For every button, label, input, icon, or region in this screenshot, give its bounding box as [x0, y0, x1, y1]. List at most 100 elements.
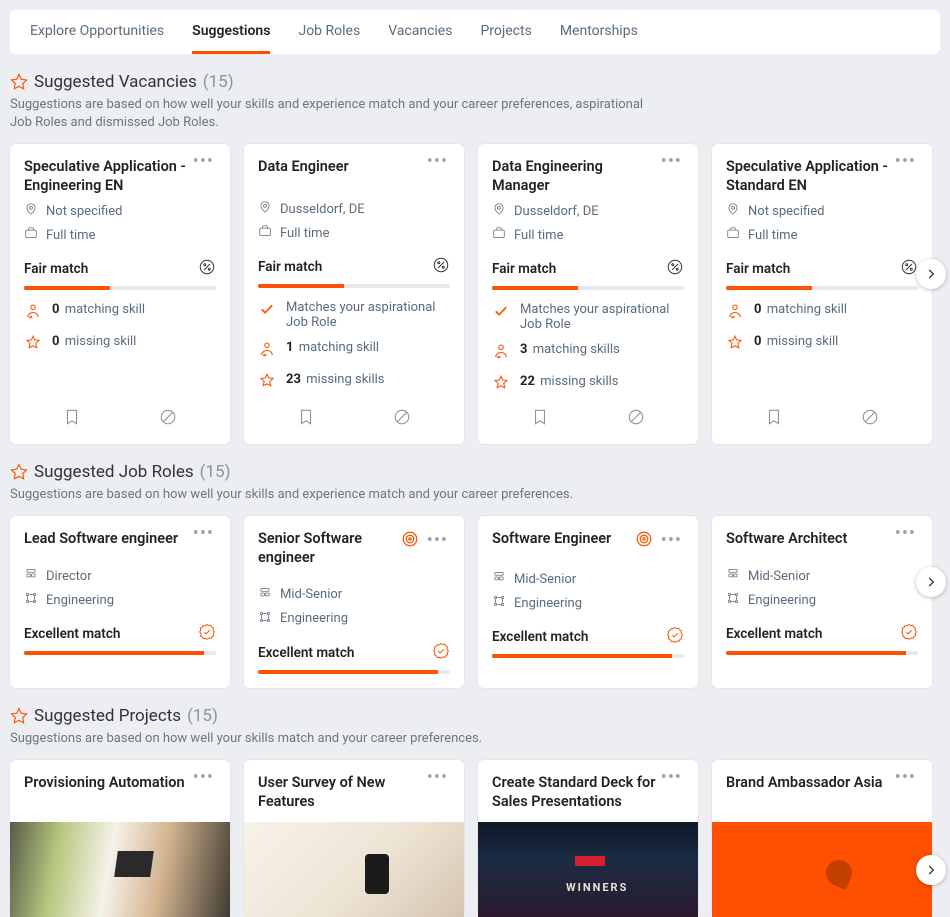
role-title: Software Architect: [726, 530, 847, 549]
vacancy-location: Dusseldorf, DE: [258, 200, 450, 218]
more-button[interactable]: •••: [893, 158, 918, 166]
check-badge-icon: [432, 642, 450, 664]
roles-title: Suggested Job Roles: [34, 462, 194, 482]
tab-suggestions[interactable]: Suggestions: [192, 10, 270, 54]
vacancies-next-button[interactable]: [916, 259, 946, 289]
projects-next-button[interactable]: [916, 855, 946, 885]
dismiss-button[interactable]: [861, 408, 879, 430]
chevron-right-icon: [924, 267, 938, 281]
roles-carousel: Lead Software engineer ••• Director Engi…: [10, 516, 940, 688]
roles-section-header: Suggested Job Roles (15) Suggestions are…: [10, 462, 940, 504]
tab-mentorships[interactable]: Mentorships: [560, 10, 638, 54]
check-badge-icon: [900, 623, 918, 645]
role-card[interactable]: Senior Software engineer ••• Mid-Senior …: [244, 516, 464, 688]
match-progress: [726, 286, 918, 290]
level-icon: [258, 586, 272, 604]
project-image: [244, 822, 464, 917]
missing-skills-line: 22 missing skills: [492, 374, 684, 396]
match-progress: [24, 286, 216, 290]
project-card[interactable]: Brand Ambassador Asia •••: [712, 760, 932, 917]
project-card[interactable]: User Survey of New Features •••: [244, 760, 464, 917]
check-badge-icon: [666, 626, 684, 648]
vacancy-title: Data Engineering Manager: [492, 158, 659, 196]
role-card[interactable]: Software Engineer ••• Mid-Senior Enginee…: [478, 516, 698, 688]
vacancies-count: (15): [203, 72, 234, 92]
more-button[interactable]: •••: [659, 537, 684, 545]
bookmark-button[interactable]: [531, 408, 549, 430]
people-icon: [492, 342, 510, 364]
tab-job-roles[interactable]: Job Roles: [298, 10, 360, 54]
role-title: Software Engineer: [492, 530, 611, 549]
star-icon: [258, 372, 276, 394]
people-icon: [258, 340, 276, 362]
location-icon: [492, 202, 506, 220]
more-button[interactable]: •••: [425, 158, 450, 166]
vacancies-title: Suggested Vacancies: [34, 72, 197, 92]
matching-skills-line: 0 matching skill: [726, 302, 918, 324]
more-button[interactable]: •••: [425, 537, 450, 545]
dismiss-button[interactable]: [159, 408, 177, 430]
match-progress: [258, 284, 450, 288]
role-card[interactable]: Software Architect ••• Mid-Senior Engine…: [712, 516, 932, 688]
match-row: Excellent match: [24, 623, 216, 645]
projects-title: Suggested Projects: [34, 706, 181, 726]
roles-subtitle: Suggestions are based on how well your s…: [10, 486, 660, 504]
projects-carousel: Provisioning Automation ••• User Survey …: [10, 760, 940, 917]
project-card[interactable]: Provisioning Automation •••: [10, 760, 230, 917]
bookmark-button[interactable]: [63, 408, 81, 430]
vacancies-carousel: Speculative Application - Engineering EN…: [10, 144, 940, 444]
department-icon: [24, 591, 38, 609]
more-button[interactable]: •••: [425, 774, 450, 782]
percent-icon: [666, 258, 684, 280]
project-image: [712, 822, 932, 917]
dismiss-button[interactable]: [393, 408, 411, 430]
role-title: Senior Software engineer: [258, 530, 401, 568]
target-icon: [635, 530, 653, 552]
people-icon: [726, 302, 744, 324]
vacancy-card[interactable]: Data Engineer ••• Dusseldorf, DE Full ti…: [244, 144, 464, 444]
tab-projects[interactable]: Projects: [480, 10, 531, 54]
project-title: Create Standard Deck for Sales Presentat…: [492, 774, 659, 812]
role-card[interactable]: Lead Software engineer ••• Director Engi…: [10, 516, 230, 688]
role-dept: Engineering: [726, 591, 918, 609]
star-icon: [726, 334, 744, 356]
vacancy-location: Dusseldorf, DE: [492, 202, 684, 220]
more-button[interactable]: •••: [191, 774, 216, 782]
more-button[interactable]: •••: [659, 158, 684, 166]
star-icon: [10, 463, 28, 481]
match-row: Excellent match: [492, 626, 684, 648]
role-level: Mid-Senior: [492, 570, 684, 588]
project-card[interactable]: Create Standard Deck for Sales Presentat…: [478, 760, 698, 917]
more-button[interactable]: •••: [893, 774, 918, 782]
more-button[interactable]: •••: [191, 530, 216, 538]
project-image: [10, 822, 230, 917]
roles-next-button[interactable]: [916, 567, 946, 597]
match-progress: [492, 654, 684, 658]
more-button[interactable]: •••: [659, 774, 684, 782]
match-progress: [726, 651, 918, 655]
briefcase-icon: [492, 226, 506, 244]
star-icon: [24, 334, 42, 356]
role-level: Mid-Senior: [726, 567, 918, 585]
vacancy-title: Speculative Application - Engineering EN: [24, 158, 191, 196]
tab-vacancies[interactable]: Vacancies: [388, 10, 452, 54]
vacancy-type: Full time: [726, 226, 918, 244]
bookmark-button[interactable]: [765, 408, 783, 430]
role-title: Lead Software engineer: [24, 530, 178, 549]
level-icon: [492, 570, 506, 588]
more-button[interactable]: •••: [191, 158, 216, 166]
role-level: Director: [24, 567, 216, 585]
match-row: Fair match: [24, 258, 216, 280]
star-icon: [10, 707, 28, 725]
tab-explore[interactable]: Explore Opportunities: [30, 10, 164, 54]
vacancy-type: Full time: [258, 224, 450, 242]
dismiss-button[interactable]: [627, 408, 645, 430]
projects-subtitle: Suggestions are based on how well your s…: [10, 730, 660, 748]
level-icon: [726, 567, 740, 585]
vacancy-card[interactable]: Data Engineering Manager ••• Dusseldorf,…: [478, 144, 698, 444]
vacancy-card[interactable]: Speculative Application - Standard EN ••…: [712, 144, 932, 444]
bookmark-button[interactable]: [297, 408, 315, 430]
vacancy-card[interactable]: Speculative Application - Engineering EN…: [10, 144, 230, 444]
vacancies-subtitle: Suggestions are based on how well your s…: [10, 96, 660, 132]
more-button[interactable]: •••: [893, 530, 918, 538]
